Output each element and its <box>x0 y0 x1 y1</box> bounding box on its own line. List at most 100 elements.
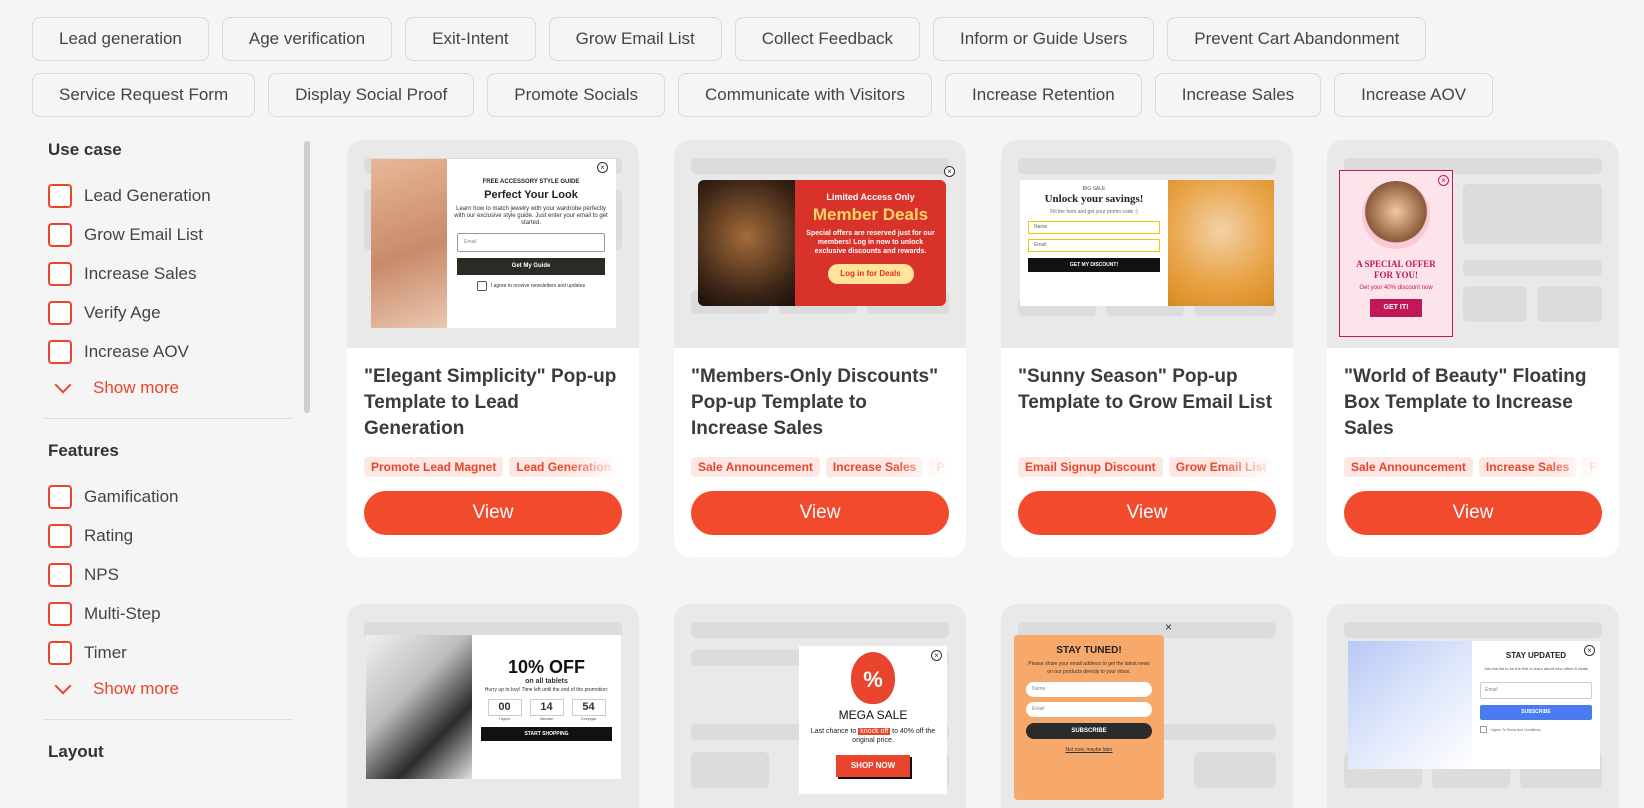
template-card: × A SPECIAL OFFER FOR YOU! Get your 40% … <box>1327 140 1619 557</box>
popup-kicker: Limited Access Only <box>826 192 915 202</box>
checkbox[interactable] <box>48 262 72 286</box>
close-icon[interactable]: × <box>597 162 608 173</box>
filter-increase-aov[interactable]: Increase AOV <box>48 338 292 366</box>
tag: Promote Lead Magnet <box>364 457 504 477</box>
close-icon[interactable]: × <box>1438 175 1449 186</box>
countdown-timer: 00 Годин 14 Хвилин 54 Секунди <box>472 699 621 721</box>
close-icon[interactable]: × <box>1165 620 1172 634</box>
tag: Increase Sales <box>825 457 924 477</box>
template-preview: × FREE ACCESSORY STYLE GUIDE Perfect You… <box>347 140 639 348</box>
timer-hours: 00 <box>487 699 522 716</box>
popup-preview: Limited Access Only Member Deals Special… <box>698 180 946 306</box>
popup-preview: BIG SALE Unlock your savings! Fill the f… <box>1020 180 1274 306</box>
filter-multi-step[interactable]: Multi-Step <box>48 600 292 628</box>
popup-preview: × STAY UPDATED Join the list to be the f… <box>1348 641 1600 769</box>
checkbox[interactable] <box>48 563 72 587</box>
chip-increase-retention[interactable]: Increase Retention <box>945 73 1142 117</box>
get-guide-button[interactable]: Get My Guide <box>457 258 605 275</box>
email-field[interactable]: Email <box>1480 682 1592 699</box>
features-list: Gamification Rating NPS Multi-Step Timer <box>44 483 292 667</box>
chip-increase-sales[interactable]: Increase Sales <box>1154 73 1322 117</box>
template-card: × FREE ACCESSORY STYLE GUIDE Perfect You… <box>347 140 639 557</box>
view-button[interactable]: View <box>364 491 622 535</box>
start-shopping-button[interactable]: START SHOPPING <box>481 727 612 741</box>
chevron-down-icon <box>54 376 72 394</box>
checkbox[interactable] <box>48 485 72 509</box>
filter-grow-email-list[interactable]: Grow Email List <box>48 221 292 249</box>
chip-grow-email-list[interactable]: Grow Email List <box>548 17 722 61</box>
chip-exit-intent[interactable]: Exit-Intent <box>405 17 536 61</box>
popup-heading: 10% OFF <box>507 657 586 677</box>
sidebar-scrollbar[interactable] <box>304 141 310 413</box>
subscribe-button[interactable]: SUBSCRIBE <box>1480 705 1592 720</box>
popup-heading: Perfect Your Look <box>484 189 578 201</box>
checkbox[interactable] <box>48 641 72 665</box>
chip-age-verification[interactable]: Age verification <box>221 17 393 61</box>
get-it-button[interactable]: GET IT! <box>1370 299 1422 317</box>
tag: P <box>929 457 949 477</box>
view-button[interactable]: View <box>691 491 949 535</box>
name-field[interactable]: Name <box>1028 221 1160 234</box>
get-discount-button[interactable]: GET MY DISCOUNT! <box>1028 258 1160 272</box>
timer-label: Годин <box>499 716 510 721</box>
features-show-more[interactable]: Show more <box>54 677 292 699</box>
filter-sidebar: Use case Lead Generation Grow Email List… <box>44 140 292 762</box>
divider <box>44 418 292 419</box>
use-case-show-more[interactable]: Show more <box>54 376 292 398</box>
filter-verify-age[interactable]: Verify Age <box>48 299 292 327</box>
filter-timer[interactable]: Timer <box>48 639 292 667</box>
not-now-link[interactable]: Not now, maybe later <box>1026 747 1152 753</box>
highlight-text: knock off <box>858 728 891 735</box>
checkbox[interactable] <box>48 340 72 364</box>
popup-heading: STAY UPDATED <box>1505 651 1567 660</box>
chip-collect-feedback[interactable]: Collect Feedback <box>734 17 921 61</box>
consent-checkbox[interactable] <box>476 281 487 291</box>
timer-minutes: 14 <box>529 699 564 716</box>
popup-text: Get your 40% discount now <box>1359 285 1433 291</box>
filter-gamification[interactable]: Gamification <box>48 483 292 511</box>
view-button[interactable]: View <box>1344 491 1602 535</box>
filter-rating[interactable]: Rating <box>48 522 292 550</box>
tag: F <box>1582 457 1602 477</box>
shop-now-button[interactable]: SHOP NOW <box>836 755 910 777</box>
tag: Lead Generation <box>509 457 619 477</box>
chip-lead-generation[interactable]: Lead generation <box>32 17 209 61</box>
chip-inform-guide-users[interactable]: Inform or Guide Users <box>933 17 1155 61</box>
tag-list: Sale Announcement Increase Sales F <box>1344 457 1602 477</box>
chip-display-social-proof[interactable]: Display Social Proof <box>268 73 475 117</box>
email-field[interactable]: Email <box>457 233 605 252</box>
tag-list: Sale Announcement Increase Sales P <box>691 457 949 477</box>
login-button[interactable]: Log in for Deals <box>827 264 914 284</box>
tablet-image <box>366 635 472 779</box>
subscribe-button[interactable]: SUBSCRIBE <box>1026 723 1152 739</box>
filter-nps[interactable]: NPS <box>48 561 292 589</box>
divider <box>44 719 292 720</box>
tag: Sale Announcement <box>1344 457 1473 477</box>
email-field[interactable]: Email <box>1028 239 1160 252</box>
checkbox[interactable] <box>48 524 72 548</box>
name-field[interactable]: Name <box>1026 682 1152 697</box>
template-card: BIG SALE Unlock your savings! Fill the f… <box>1001 140 1293 557</box>
popup-text: Join the list to be the first to learn a… <box>1484 666 1588 671</box>
close-icon[interactable]: × <box>944 166 955 177</box>
chip-prevent-cart-abandonment[interactable]: Prevent Cart Abandonment <box>1167 17 1427 61</box>
checkbox[interactable] <box>48 301 72 325</box>
filter-increase-sales[interactable]: Increase Sales <box>48 260 292 288</box>
checkbox[interactable] <box>48 602 72 626</box>
popup-text: Hurry up to buy! Time left until the end… <box>484 687 609 693</box>
card-title: "Sunny Season" Pop-up Template to Grow E… <box>1018 366 1273 413</box>
filter-lead-generation[interactable]: Lead Generation <box>48 182 292 210</box>
chip-communicate-with-visitors[interactable]: Communicate with Visitors <box>678 73 933 117</box>
popup-text: Special offers are reserved just for our… <box>806 230 935 255</box>
use-case-list: Lead Generation Grow Email List Increase… <box>44 182 292 366</box>
consent-checkbox[interactable] <box>1480 726 1487 733</box>
view-button[interactable]: View <box>1018 491 1276 535</box>
chip-promote-socials[interactable]: Promote Socials <box>487 73 666 117</box>
chip-service-request-form[interactable]: Service Request Form <box>32 73 256 117</box>
popup-kicker: BIG SALE <box>1082 186 1106 192</box>
chip-increase-aov[interactable]: Increase AOV <box>1334 73 1494 117</box>
email-field[interactable]: Email <box>1026 702 1152 717</box>
checkbox[interactable] <box>48 184 72 208</box>
close-icon[interactable]: × <box>931 650 942 661</box>
checkbox[interactable] <box>48 223 72 247</box>
